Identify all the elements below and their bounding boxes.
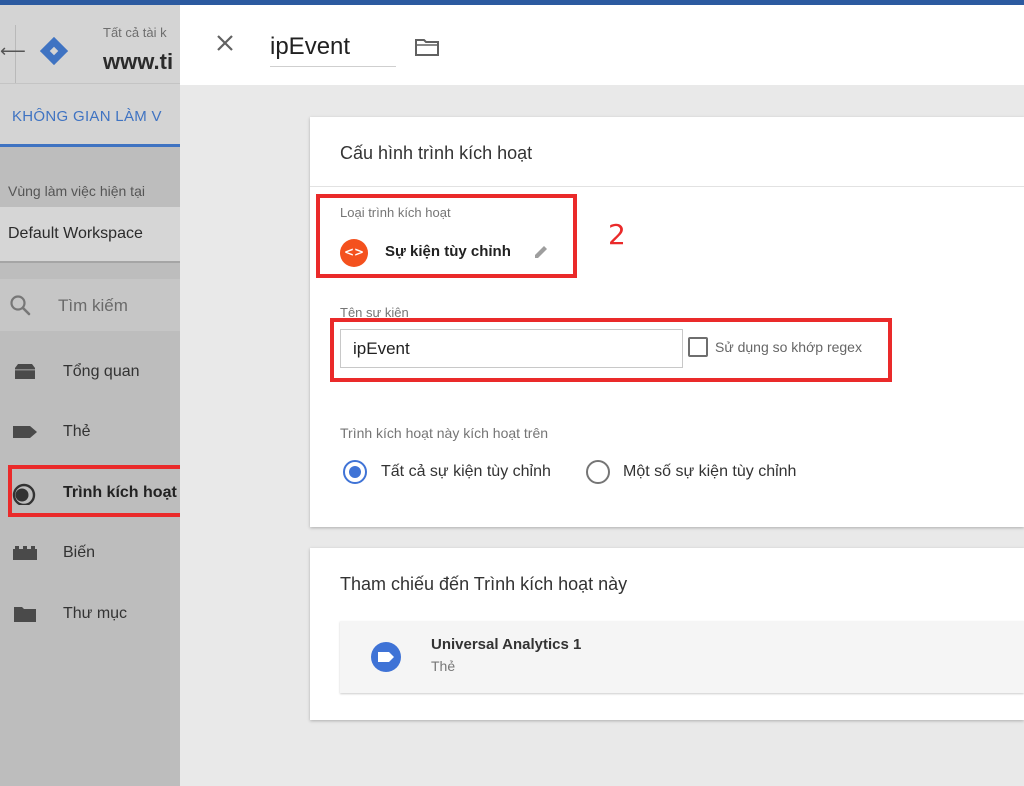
top-accent-bar <box>0 0 1024 5</box>
sidebar-item-label: Thẻ <box>63 423 91 440</box>
sidebar-item-tags[interactable]: Thẻ <box>0 410 180 454</box>
reference-name: Universal Analytics 1 <box>431 636 582 653</box>
tag-icon <box>13 426 37 438</box>
references-card: Tham chiếu đến Trình kích hoạt này Unive… <box>310 548 1024 720</box>
config-card-title: Cấu hình trình kích hoạt <box>340 143 533 163</box>
overview-icon <box>15 364 35 379</box>
folder-icon[interactable] <box>414 37 440 57</box>
container-name[interactable]: www.ti <box>103 49 180 75</box>
radio-some-custom-events[interactable] <box>586 460 610 484</box>
radio-all-custom-events[interactable] <box>343 460 367 484</box>
workspace-selector[interactable]: Default Workspace <box>0 207 180 263</box>
sidebar-item-label: Thư mục <box>63 605 128 622</box>
fires-on-label: Trình kích hoạt này kích hoạt trên <box>340 425 549 441</box>
back-button[interactable]: ⟵ <box>0 25 26 85</box>
folder-icon <box>14 607 36 622</box>
gtm-logo-icon <box>40 37 68 65</box>
sidebar-search[interactable]: Tìm kiếm <box>0 279 180 331</box>
search-icon <box>10 295 31 316</box>
annotation-number-2: 2 <box>608 218 626 251</box>
trigger-name-field[interactable]: ipEvent <box>270 31 396 67</box>
account-label: Tất cả tài k <box>103 25 167 40</box>
workspace-name: Default Workspace <box>8 225 143 242</box>
sidebar-item-label: Biến <box>63 544 96 561</box>
references-card-title: Tham chiếu đến Trình kích hoạt này <box>340 574 628 594</box>
workspace-tabbar: KHÔNG GIAN LÀM V <box>0 83 180 147</box>
sidebar-item-label: Tổng quan <box>63 363 140 380</box>
annotation-box-2 <box>316 194 577 278</box>
radio-some-custom-events-label[interactable]: Một số sự kiện tùy chỉnh <box>623 463 796 481</box>
reference-item[interactable]: Universal Analytics 1 Thẻ <box>340 621 1024 693</box>
radio-all-custom-events-label[interactable]: Tất cả sự kiện tùy chỉnh <box>381 463 551 481</box>
search-placeholder: Tìm kiếm <box>58 296 128 315</box>
annotation-box-1 <box>8 465 186 517</box>
annotation-box-event-name <box>330 318 892 382</box>
close-icon[interactable] <box>215 33 235 53</box>
ua-tag-icon <box>371 642 401 672</box>
sidebar-item-folders[interactable]: Thư mục <box>0 592 180 636</box>
sidebar-item-variables[interactable]: Biến <box>0 531 180 575</box>
editor-header: ipEvent <box>180 5 1024 85</box>
sidebar-item-overview[interactable]: Tổng quan <box>0 350 180 394</box>
divider <box>310 186 1024 187</box>
app-header: ⟵ Tất cả tài k www.ti <box>0 5 180 85</box>
workspace-label: Vùng làm việc hiện tại <box>8 183 145 199</box>
variable-icon <box>13 546 37 560</box>
reference-type: Thẻ <box>431 658 456 674</box>
tab-workspace[interactable]: KHÔNG GIAN LÀM V <box>12 108 180 125</box>
trigger-editor-panel: ipEvent Cấu hình trình kích hoạt Loại tr… <box>180 5 1024 786</box>
